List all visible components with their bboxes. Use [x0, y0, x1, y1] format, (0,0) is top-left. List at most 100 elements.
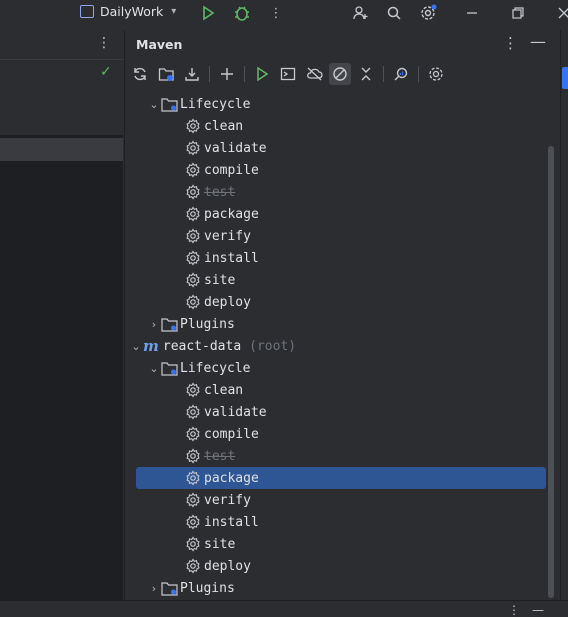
goal-label: compile: [204, 426, 259, 442]
module-goal-clean[interactable]: clean: [185, 115, 243, 137]
close-icon[interactable]: [553, 2, 568, 24]
module-goal-compile[interactable]: compile: [185, 159, 259, 181]
goal-label: clean: [204, 118, 244, 134]
collapse-icon[interactable]: [355, 63, 377, 85]
react-data-goal-install[interactable]: install: [185, 511, 259, 533]
plugins-folder-icon: [161, 581, 178, 596]
minimize-icon[interactable]: [461, 2, 483, 24]
lifecycle-folder-icon: [161, 97, 178, 112]
module-goal-site[interactable]: site: [185, 269, 235, 291]
goal-gear-icon: [186, 448, 200, 464]
download-icon[interactable]: [181, 63, 203, 85]
goal-label: site: [204, 536, 236, 552]
lifecycle-label: Lifecycle: [180, 96, 251, 112]
goal-gear-icon: [186, 140, 200, 156]
goal-label: site: [204, 272, 236, 288]
module-lifecycle[interactable]: ⌄ Lifecycle: [147, 93, 250, 115]
plugins-label: Plugins: [180, 316, 235, 332]
react-data-lifecycle[interactable]: ⌄ Lifecycle: [147, 357, 250, 379]
goal-label: validate: [204, 140, 267, 156]
restore-icon[interactable]: [507, 2, 529, 24]
execute-goal-icon[interactable]: [277, 63, 299, 85]
tool-window-button[interactable]: [562, 67, 568, 89]
react-data-goal-package[interactable]: package: [185, 467, 259, 489]
module-goal-deploy[interactable]: deploy: [185, 291, 251, 313]
plugins-folder-icon: [161, 317, 178, 332]
react-data-goal-deploy[interactable]: deploy: [185, 555, 251, 577]
module-goal-validate[interactable]: validate: [185, 137, 267, 159]
goal-gear-icon: [186, 184, 200, 200]
left-panel-selected-row[interactable]: [0, 138, 123, 161]
run-icon[interactable]: [197, 2, 219, 24]
panel-title: Maven: [136, 37, 183, 52]
goal-label: package: [204, 470, 259, 486]
more-vertical-icon[interactable]: ⋮: [503, 34, 518, 52]
more-vertical-icon[interactable]: ⋮: [97, 35, 111, 51]
lifecycle-label: Lifecycle: [180, 360, 251, 376]
project-react-data[interactable]: ⌄ m react-data (root): [129, 335, 296, 357]
goal-gear-icon: [186, 272, 200, 288]
toolbar-separator: [244, 66, 245, 82]
title-bar: DailyWork ▾ ⋮: [0, 0, 568, 26]
goal-gear-icon: [186, 250, 200, 266]
check-icon: ✓: [100, 64, 112, 80]
react-data-goal-site[interactable]: site: [185, 533, 235, 555]
goal-label: verify: [204, 228, 251, 244]
goal-gear-icon: [186, 118, 200, 134]
project-name: DailyWork: [100, 4, 164, 19]
project-selector[interactable]: DailyWork ▾: [80, 4, 176, 19]
goal-label: clean: [204, 382, 244, 398]
maven-panel: Maven ⋮ — ⌄ Lifecycle clean validate com…: [124, 30, 560, 600]
goal-gear-icon: [186, 404, 200, 420]
plugins-label: Plugins: [180, 580, 235, 596]
offline-icon[interactable]: [303, 63, 325, 85]
maven-project-icon: m: [143, 337, 159, 355]
debug-icon[interactable]: [231, 2, 253, 24]
chevron-down-icon[interactable]: ⌄: [147, 98, 161, 111]
react-data-goal-clean[interactable]: clean: [185, 379, 243, 401]
goal-gear-icon: [186, 162, 200, 178]
analyze-icon[interactable]: [390, 63, 412, 85]
goal-gear-icon: [186, 558, 200, 574]
toolbar-separator: [209, 66, 210, 82]
react-data-goal-compile[interactable]: compile: [185, 423, 259, 445]
settings-icon[interactable]: [417, 2, 439, 24]
chevron-right-icon[interactable]: ›: [147, 318, 161, 331]
add-user-icon[interactable]: [350, 2, 372, 24]
plus-icon[interactable]: [216, 63, 238, 85]
reload-icon[interactable]: [129, 63, 151, 85]
chevron-down-icon[interactable]: ⌄: [147, 362, 161, 375]
bottom-bar: ⋮ —: [0, 600, 568, 617]
react-data-goal-verify[interactable]: verify: [185, 489, 251, 511]
react-data-goal-test[interactable]: test: [185, 445, 235, 467]
search-icon[interactable]: [383, 2, 405, 24]
run-icon[interactable]: [251, 63, 273, 85]
project-icon: [80, 5, 94, 18]
skip-tests-icon[interactable]: [329, 63, 351, 85]
module-goal-test[interactable]: test: [185, 181, 235, 203]
module-goal-install[interactable]: install: [185, 247, 259, 269]
module-goal-verify[interactable]: verify: [185, 225, 251, 247]
goal-gear-icon: [186, 294, 200, 310]
goal-label: validate: [204, 404, 267, 420]
left-panel: ⋮ ✓: [0, 30, 123, 600]
module-plugins[interactable]: › Plugins: [147, 313, 235, 335]
react-data-goal-validate[interactable]: validate: [185, 401, 267, 423]
module-goal-package[interactable]: package: [185, 203, 259, 225]
goal-label: test: [204, 184, 236, 200]
react-data-plugins[interactable]: › Plugins: [147, 577, 235, 599]
chevron-right-icon[interactable]: ›: [147, 582, 161, 595]
chevron-down-icon[interactable]: ⌄: [129, 340, 143, 353]
goal-label: package: [204, 206, 259, 222]
more-vertical-icon[interactable]: ⋮: [265, 2, 287, 24]
settings-icon[interactable]: [425, 63, 447, 85]
vertical-scrollbar[interactable]: [548, 146, 554, 598]
toolbar-separator: [418, 66, 419, 82]
goal-label: install: [204, 250, 259, 266]
add-project-icon[interactable]: [155, 63, 177, 85]
goal-gear-icon: [186, 536, 200, 552]
goal-gear-icon: [186, 206, 200, 222]
chevron-down-icon: ▾: [171, 6, 177, 17]
hide-panel-icon[interactable]: —: [530, 32, 546, 51]
goal-label: compile: [204, 162, 259, 178]
